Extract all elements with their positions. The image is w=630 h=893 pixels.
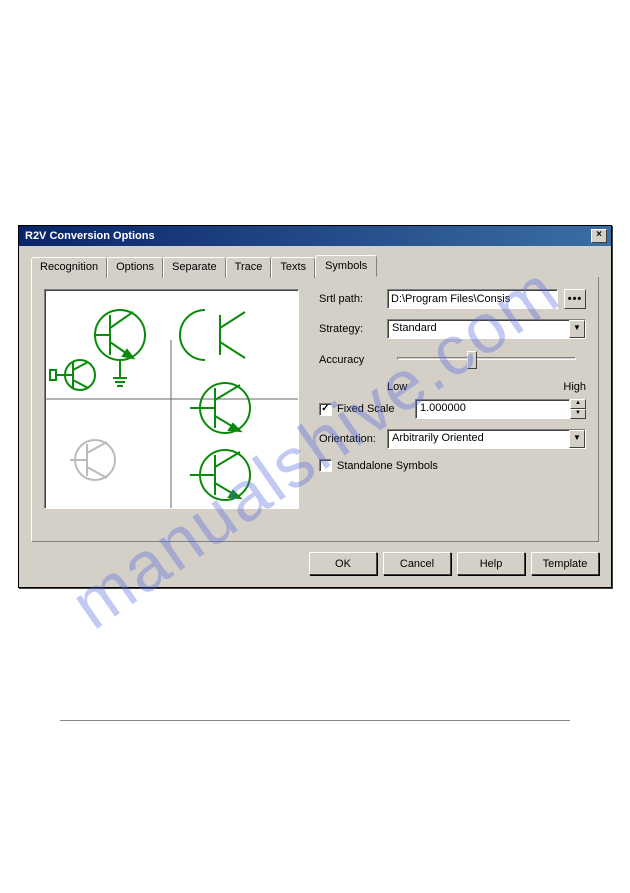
dialog-window: R2V Conversion Options × Recognition Opt… (18, 225, 612, 588)
ok-button[interactable]: OK (309, 552, 377, 575)
slider-track (397, 357, 576, 360)
fixed-scale-row: ✓ Fixed Scale 1.000000 ▲ ▼ (319, 399, 586, 419)
tab-symbols[interactable]: Symbols (315, 255, 377, 277)
preview-svg (45, 290, 298, 508)
orientation-label: Orientation: (319, 433, 381, 445)
tab-separate[interactable]: Separate (163, 257, 226, 278)
spin-buttons: ▲ ▼ (570, 399, 586, 419)
chevron-down-icon: ▼ (569, 320, 585, 338)
titlebar: R2V Conversion Options × (19, 226, 611, 246)
symbol-preview (44, 289, 299, 509)
fixed-scale-checkbox-group[interactable]: ✓ Fixed Scale (319, 403, 409, 416)
strategy-dropdown[interactable]: Standard ▼ (387, 319, 586, 339)
standalone-checkbox-group[interactable]: Standalone Symbols (319, 459, 438, 472)
tab-trace[interactable]: Trace (226, 257, 272, 278)
controls-column: Srtl path: ••• Strategy: Standard ▼ Accu… (319, 289, 586, 529)
accuracy-low-label: Low (387, 381, 407, 393)
srtl-row: Srtl path: ••• (319, 289, 586, 309)
slider-labels: Low High (387, 381, 586, 393)
tab-options[interactable]: Options (107, 257, 163, 278)
strategy-label: Strategy: (319, 323, 381, 335)
spin-up-icon[interactable]: ▲ (570, 399, 586, 409)
standalone-row: Standalone Symbols (319, 459, 586, 472)
dialog-buttons: OK Cancel Help Template (31, 552, 599, 575)
standalone-checkbox[interactable] (319, 459, 332, 472)
orientation-value: Arbitrarily Oriented (388, 430, 569, 448)
browse-button[interactable]: ••• (564, 289, 586, 309)
tab-texts[interactable]: Texts (271, 257, 315, 278)
dialog-title: R2V Conversion Options (23, 230, 155, 242)
strategy-value: Standard (388, 320, 569, 338)
spin-down-icon[interactable]: ▼ (570, 409, 586, 419)
fixed-scale-label: Fixed Scale (337, 403, 394, 415)
accuracy-high-label: High (563, 381, 586, 393)
accuracy-slider[interactable] (387, 349, 586, 371)
help-button[interactable]: Help (457, 552, 525, 575)
strategy-row: Strategy: Standard ▼ (319, 319, 586, 339)
template-button[interactable]: Template (531, 552, 599, 575)
chevron-down-icon: ▼ (569, 430, 585, 448)
tab-panel: Srtl path: ••• Strategy: Standard ▼ Accu… (31, 277, 599, 542)
fixed-scale-spinner[interactable]: 1.000000 ▲ ▼ (415, 399, 586, 419)
dialog-body: Recognition Options Separate Trace Texts… (19, 246, 611, 587)
orientation-row: Orientation: Arbitrarily Oriented ▼ (319, 429, 586, 449)
tab-row: Recognition Options Separate Trace Texts… (31, 257, 599, 278)
horizontal-rule (60, 720, 570, 721)
fixed-scale-checkbox[interactable]: ✓ (319, 403, 332, 416)
srtl-path-input[interactable] (387, 289, 558, 309)
fixed-scale-value[interactable]: 1.000000 (415, 399, 570, 419)
cancel-button[interactable]: Cancel (383, 552, 451, 575)
srtl-label: Srtl path: (319, 293, 381, 305)
tab-recognition[interactable]: Recognition (31, 257, 107, 278)
close-button[interactable]: × (591, 229, 607, 243)
orientation-dropdown[interactable]: Arbitrarily Oriented ▼ (387, 429, 586, 449)
accuracy-label: Accuracy (319, 354, 381, 366)
slider-thumb[interactable] (467, 351, 477, 369)
accuracy-row: Accuracy (319, 349, 586, 371)
standalone-label: Standalone Symbols (337, 460, 438, 472)
